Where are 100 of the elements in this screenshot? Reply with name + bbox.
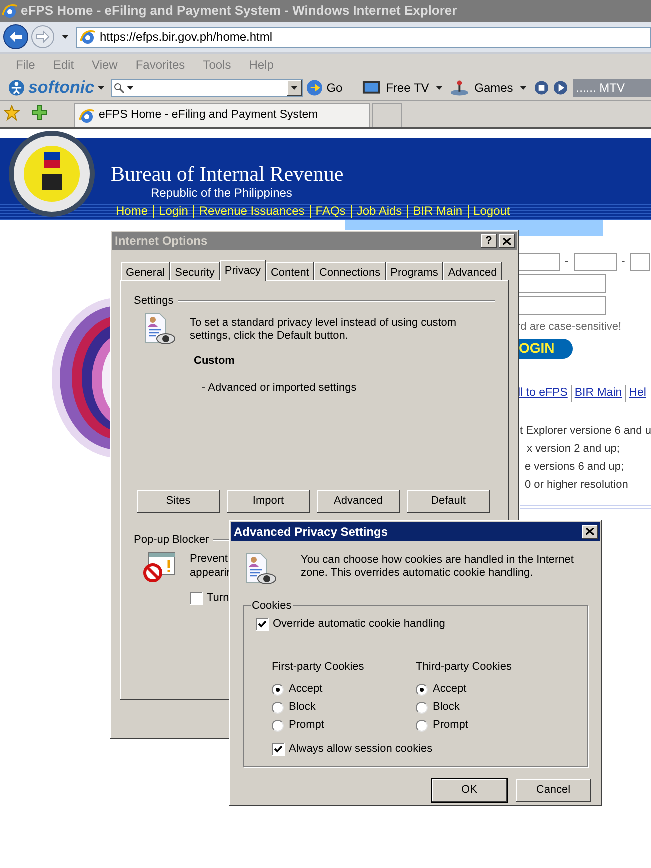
requirement-text: t Explorer versione 6 and u bbox=[520, 424, 651, 439]
site-title: Bureau of Internal Revenue bbox=[111, 162, 345, 186]
games-button[interactable]: Games bbox=[474, 79, 514, 97]
nav-link[interactable]: Login bbox=[153, 204, 194, 218]
nav-link[interactable]: Job Aids bbox=[350, 204, 408, 218]
dropdown-button[interactable] bbox=[287, 80, 302, 96]
site-subtitle: Republic of the Philippines bbox=[150, 186, 294, 200]
nav-link[interactable]: Home bbox=[111, 204, 154, 218]
tab[interactable]: Privacy bbox=[220, 260, 266, 281]
radio-label: Accept bbox=[433, 682, 467, 698]
tab[interactable]: General bbox=[121, 262, 170, 280]
close-button[interactable] bbox=[582, 524, 598, 538]
back-button[interactable] bbox=[3, 24, 29, 50]
input-field[interactable] bbox=[574, 253, 617, 271]
blocked-window-icon bbox=[143, 552, 176, 584]
requirement-text: x version 2 and up; bbox=[526, 442, 621, 457]
free-tv-button[interactable]: Free TV bbox=[386, 79, 430, 97]
privacy-level: Custom bbox=[193, 354, 236, 368]
dialog-button[interactable]: Import bbox=[227, 490, 310, 512]
close-icon bbox=[503, 238, 511, 244]
radio-label: Accept bbox=[289, 682, 323, 698]
radio-button[interactable] bbox=[272, 702, 284, 714]
browser-logo-icon bbox=[79, 108, 95, 124]
input-field[interactable] bbox=[630, 253, 650, 271]
radio-label: Block bbox=[433, 700, 460, 716]
tab[interactable]: Programs bbox=[386, 262, 444, 280]
dialog-button[interactable]: Default bbox=[407, 490, 490, 512]
monitor-icon[interactable] bbox=[362, 80, 382, 96]
document-eye-icon bbox=[245, 553, 277, 587]
dialog-button[interactable]: Advanced bbox=[317, 490, 400, 512]
tab[interactable]: Content bbox=[266, 262, 314, 280]
figure-logo-icon bbox=[8, 79, 26, 97]
radio-button[interactable] bbox=[272, 684, 284, 696]
caret-icon bbox=[127, 86, 134, 90]
dash-text: - bbox=[565, 254, 569, 270]
checkbox-label: Turn bbox=[207, 591, 230, 606]
document-eye-icon bbox=[144, 312, 176, 346]
checkbox-label: Override automatic cookie handling bbox=[273, 617, 446, 632]
nav-link[interactable]: BIR Main bbox=[407, 204, 468, 218]
radio-button[interactable] bbox=[416, 702, 428, 714]
description-text: To set a standard privacy level instead of using custom settings, click the Default button. bbox=[190, 316, 458, 342]
column-heading: First-party Cookies bbox=[272, 660, 366, 674]
caret-icon bbox=[520, 86, 528, 90]
search-icon bbox=[114, 82, 126, 94]
nav-link[interactable]: Logout bbox=[468, 204, 516, 218]
dash-text: - bbox=[622, 254, 626, 270]
requirement-text: 0 or higher resolution bbox=[524, 478, 630, 493]
add-star-icon[interactable] bbox=[32, 105, 48, 121]
joystick-icon[interactable] bbox=[450, 79, 470, 97]
group-label: Settings bbox=[134, 294, 174, 309]
browser-tab[interactable]: eFPS Home - eFiling and Payment System bbox=[74, 103, 370, 127]
caret-icon bbox=[436, 86, 444, 90]
nav-link[interactable]: Revenue Issuances bbox=[193, 204, 310, 218]
star-icon[interactable] bbox=[4, 105, 20, 121]
radio-label: Prompt bbox=[433, 718, 468, 734]
link[interactable]: BIR Main bbox=[570, 384, 626, 402]
checkbox-label: Always allow session cookies bbox=[289, 742, 433, 757]
link[interactable]: Hel bbox=[625, 384, 650, 402]
dialog-title: Advanced Privacy Settings bbox=[234, 524, 388, 540]
tab[interactable]: Advanced bbox=[443, 262, 502, 280]
radio-label: Prompt bbox=[289, 718, 324, 734]
play-icon[interactable] bbox=[552, 80, 568, 96]
popup-text: appearir bbox=[190, 566, 230, 580]
radio-button[interactable] bbox=[416, 684, 428, 696]
search-combobox[interactable] bbox=[111, 79, 304, 97]
caret-icon bbox=[98, 86, 104, 90]
checkbox[interactable] bbox=[272, 742, 285, 756]
radio-button[interactable] bbox=[416, 720, 428, 732]
input-field[interactable] bbox=[518, 296, 606, 315]
nav-link[interactable]: FAQs bbox=[310, 204, 351, 218]
intro-text: You can choose how cookies are handled in the Internet zone. This overrides automatic cookie handling. bbox=[301, 553, 575, 581]
column-heading: Third-party Cookies bbox=[416, 660, 513, 674]
close-button[interactable] bbox=[499, 234, 515, 248]
checkbox[interactable] bbox=[190, 592, 203, 605]
checkbox[interactable] bbox=[256, 618, 269, 631]
input-field[interactable] bbox=[518, 274, 606, 293]
tab[interactable]: Connections bbox=[314, 262, 386, 280]
address-field[interactable]: https://efps.bir.gov.ph/home.html bbox=[76, 26, 651, 48]
dialog-title: Internet Options bbox=[115, 233, 208, 250]
dialog-button[interactable]: Cancel bbox=[516, 779, 591, 802]
stop-icon[interactable] bbox=[534, 80, 550, 96]
caret-icon bbox=[291, 86, 298, 90]
popup-text: Prevent bbox=[190, 552, 229, 566]
history-caret-icon bbox=[62, 35, 69, 39]
tab[interactable]: Security bbox=[170, 262, 220, 280]
go-button[interactable]: Go bbox=[326, 79, 343, 97]
brand-name: softonic bbox=[28, 77, 95, 100]
dialog-button[interactable]: Sites bbox=[137, 490, 220, 512]
seal-logo-icon bbox=[6, 130, 98, 218]
browser-logo-icon bbox=[2, 3, 18, 19]
input-field[interactable] bbox=[518, 253, 560, 271]
close-icon bbox=[586, 528, 594, 535]
dialog-button[interactable]: OK bbox=[432, 779, 507, 802]
window-title: eFPS Home - eFiling and Payment System - Windows Internet Explorer bbox=[21, 2, 458, 20]
level-detail: - Advanced or imported settings bbox=[201, 381, 358, 396]
group-label: Pop-up Blocker bbox=[134, 532, 210, 548]
help-button[interactable]: ? bbox=[481, 234, 497, 248]
radio-button[interactable] bbox=[272, 720, 284, 732]
requirement-text: e versions 6 and up; bbox=[524, 460, 626, 475]
radio-label: Block bbox=[289, 700, 316, 716]
